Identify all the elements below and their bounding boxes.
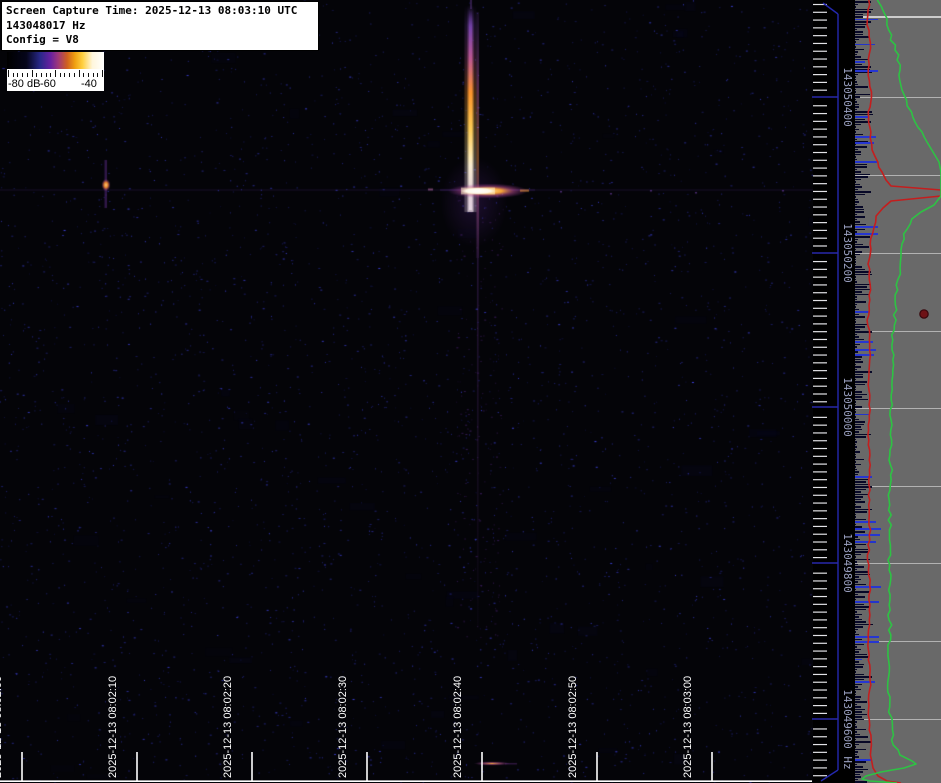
time-label-080220: 2025-12-13 08:02:20	[222, 675, 234, 778]
colorbar-tick	[73, 73, 75, 77]
colorbar-tick	[12, 73, 14, 77]
freq-axis-top-cap	[822, 2, 839, 15]
colorbar-tick	[69, 73, 71, 77]
colorbar-tick	[26, 73, 28, 77]
time-label-080200: 2025-12-13 08:02:00	[0, 675, 4, 778]
freq-label-143050400: 143050400	[841, 67, 854, 127]
colorbar-tick	[83, 73, 85, 77]
average-spectrum-trace	[866, 0, 941, 783]
time-label-080230: 2025-12-13 08:02:30	[337, 675, 349, 778]
freq-label-143049800: 143049800	[841, 533, 854, 593]
time-label-080210: 2025-12-13 08:02:10	[107, 675, 119, 778]
colorbar-tick	[50, 73, 52, 77]
intensity-colorbar: -80 dB -60 -40	[7, 52, 104, 91]
peak-spectrum-trace	[861, 0, 941, 783]
time-label-080250: 2025-12-13 08:02:50	[567, 675, 579, 778]
colorbar-labels: -80 dB -60 -40	[7, 78, 104, 91]
spectrum-marker-dot	[919, 309, 929, 319]
colorbar-tick	[31, 70, 33, 77]
config-text: Config = V8	[6, 33, 79, 46]
colorbar-tick	[8, 70, 9, 77]
colorbar-tick	[92, 73, 94, 77]
waterfall-spectrogram	[0, 0, 813, 783]
colorbar-tick	[17, 73, 19, 77]
colorbar-tick	[45, 73, 47, 77]
freq-label-143049600: 143049600	[841, 689, 854, 749]
colorbar-label-40: -40	[81, 78, 97, 90]
spectrogram-app-window: Screen Capture Time: 2025-12-13 08:03:10…	[0, 0, 941, 783]
colorbar-label-60: -60	[40, 78, 56, 90]
capture-info-box: Screen Capture Time: 2025-12-13 08:03:10…	[1, 1, 319, 51]
time-label-080300: 2025-12-13 08:03:00	[682, 675, 694, 778]
colorbar-tick	[59, 73, 61, 77]
colorbar-gradient	[7, 52, 104, 69]
freq-axis-bottom-cap	[820, 769, 839, 782]
capture-time-text: Screen Capture Time: 2025-12-13 08:03:10…	[6, 4, 298, 17]
colorbar-tick	[36, 73, 38, 77]
colorbar-tick	[40, 73, 42, 77]
colorbar-tick	[55, 70, 56, 77]
colorbar-label-80db: -80 dB	[8, 78, 41, 90]
time-label-080240: 2025-12-13 08:02:40	[452, 675, 464, 778]
side-spectrum-panel	[855, 0, 941, 783]
center-frequency-text: 143048017 Hz	[6, 18, 86, 32]
colorbar-tick	[22, 73, 24, 77]
spectrum-traces	[861, 0, 941, 783]
colorbar-tick	[64, 73, 66, 77]
colorbar-ruler	[7, 69, 104, 78]
colorbar-tick	[87, 73, 89, 77]
freq-label-143050000: 143050000	[841, 377, 854, 437]
freq-label-143050200: 143050200	[841, 223, 854, 283]
colorbar-tick	[97, 73, 99, 77]
colorbar-tick	[102, 70, 103, 77]
freq-unit-label: Hz	[841, 756, 854, 770]
colorbar-tick	[78, 70, 80, 77]
